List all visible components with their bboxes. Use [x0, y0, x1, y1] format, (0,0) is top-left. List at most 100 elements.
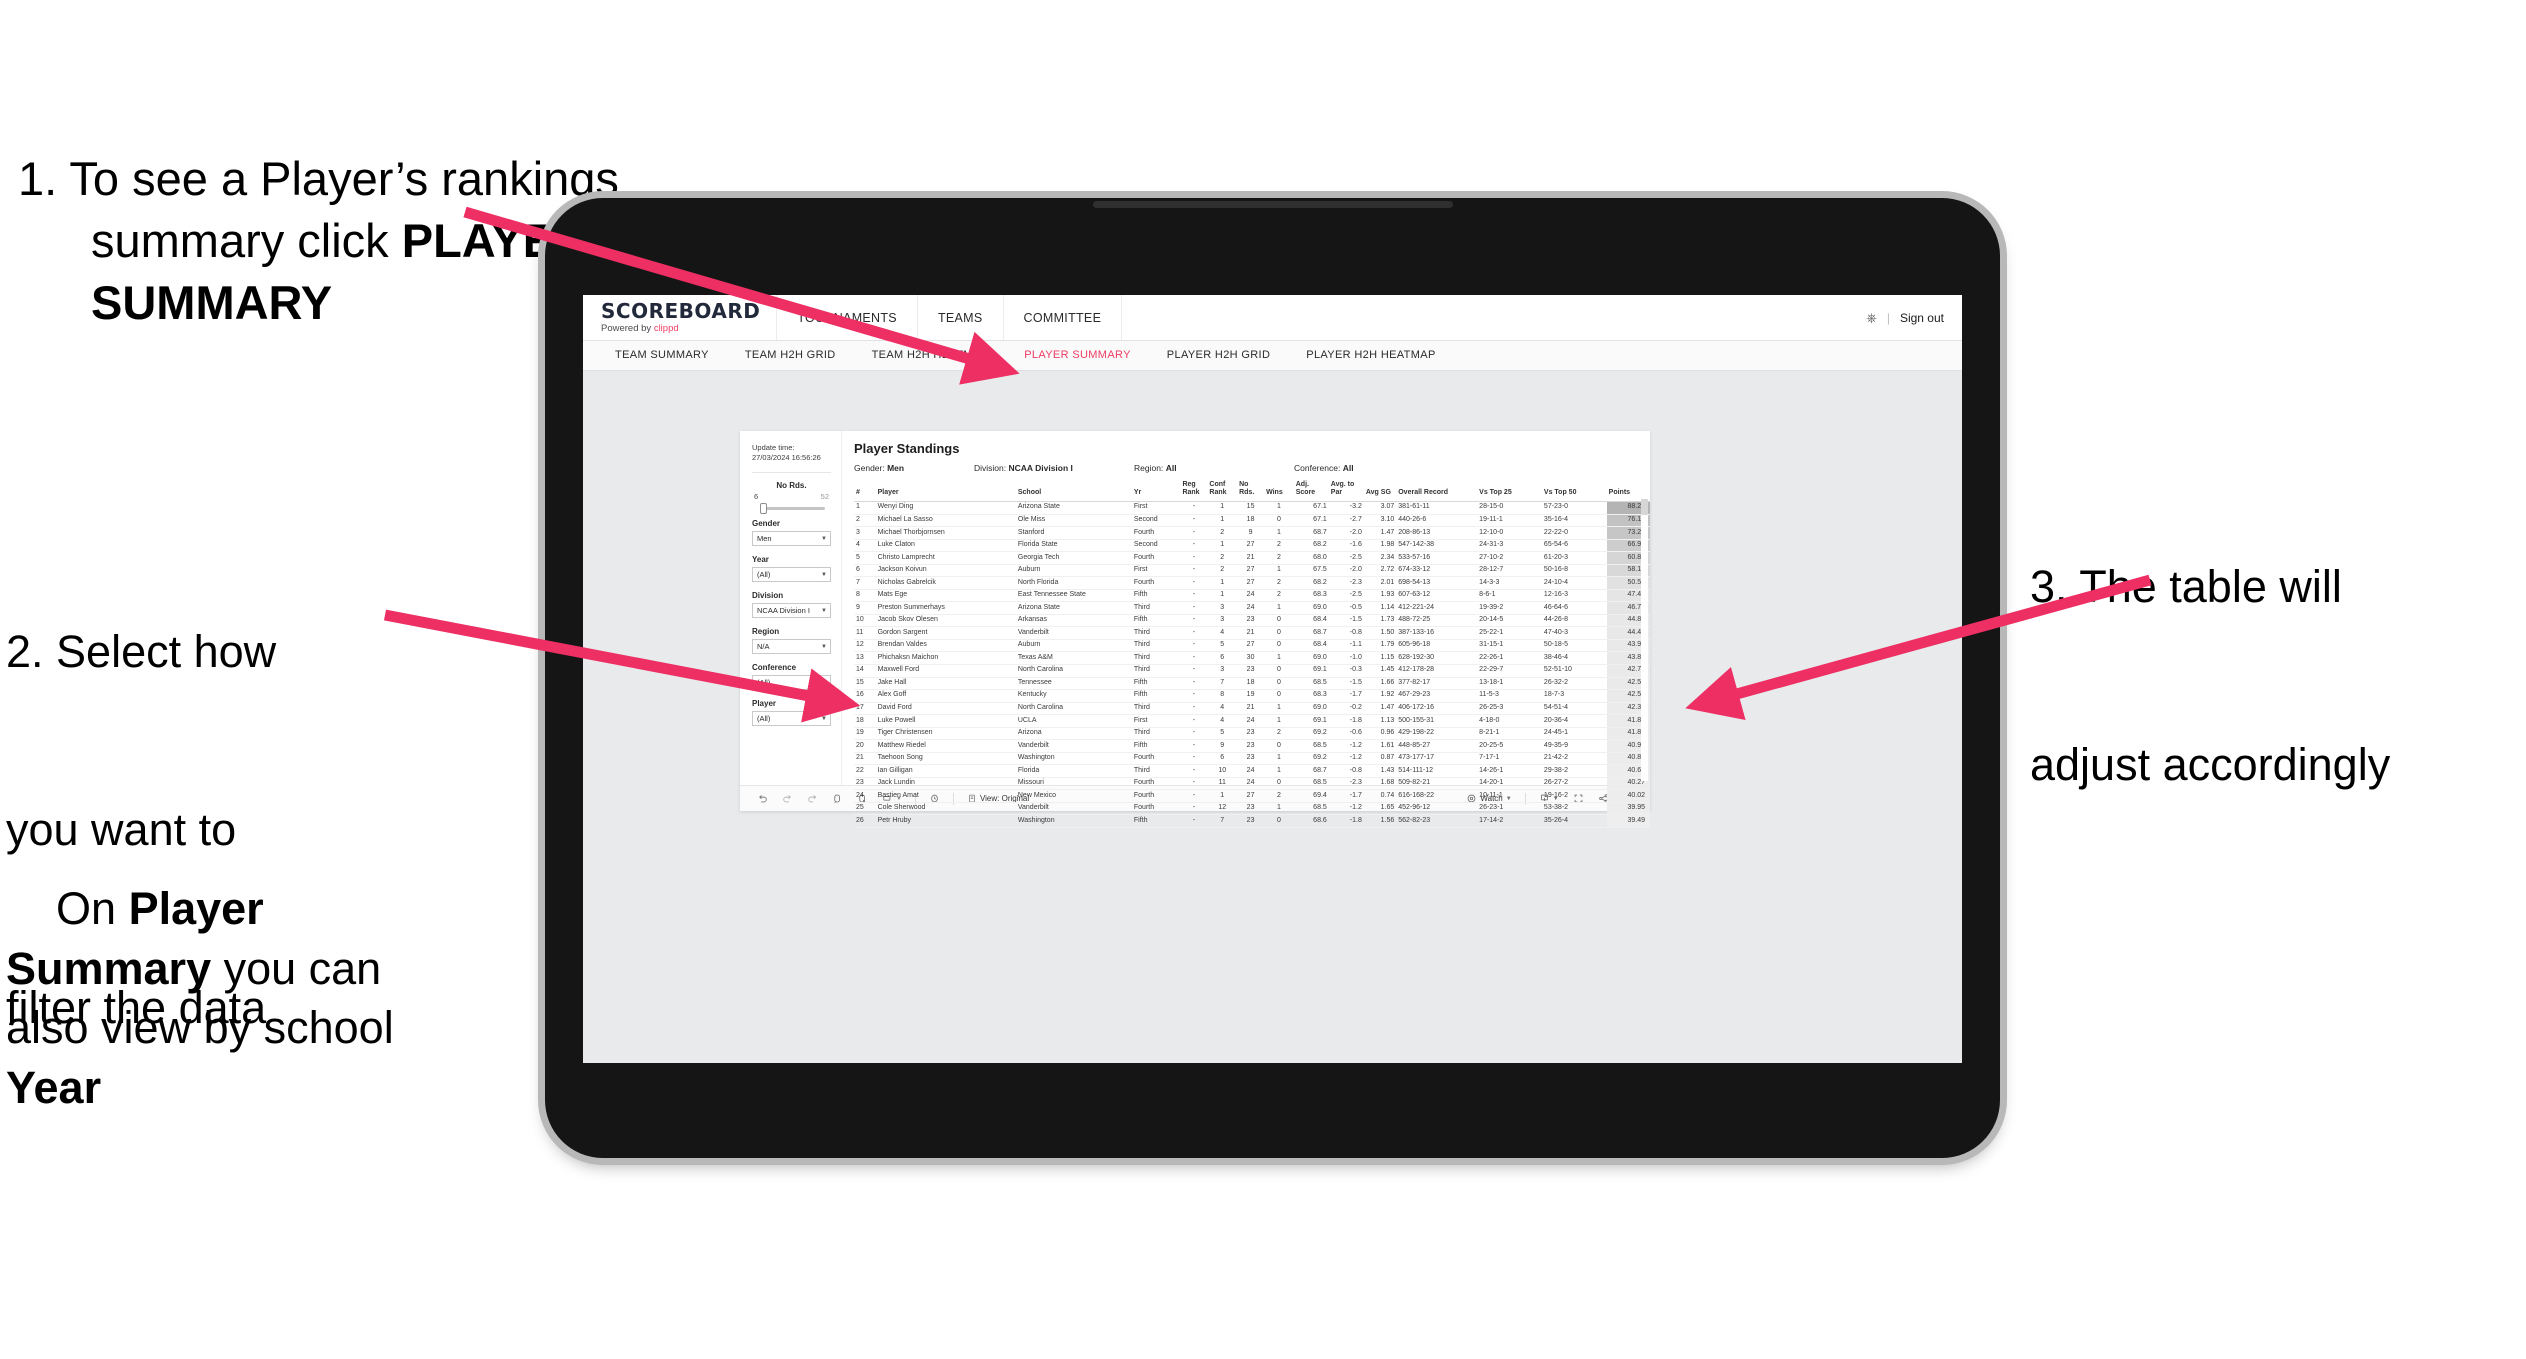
table-row[interactable]: 1 Wenyi Ding Arizona State First -1 15 1 67.1 -3…: [854, 501, 1650, 515]
step2b-pre: On: [56, 883, 129, 935]
cell-rr: -: [1180, 539, 1208, 553]
no-rounds-slider-track[interactable]: [760, 503, 825, 515]
table-row[interactable]: 23 Jack Lundin Missouri Fourth -11 24 0 68.5 -2.…: [854, 777, 1650, 791]
tab-player-h2h-heatmap[interactable]: PLAYER H2H HEATMAP: [1288, 341, 1453, 370]
cell-sg: 3.10: [1363, 514, 1397, 528]
cell-t25: 20-14-5: [1477, 614, 1542, 628]
cell-par: -0.6: [1328, 727, 1364, 741]
nav-item-tournaments[interactable]: TOURNAMENTS: [777, 295, 918, 340]
col-no-rds[interactable]: No Rds.: [1237, 479, 1265, 503]
filter-division-select[interactable]: NCAA Division I ▼: [752, 603, 831, 619]
cell-sg: 1.14: [1363, 601, 1397, 615]
col-wins[interactable]: Wins: [1264, 479, 1294, 503]
revert-icon[interactable]: [800, 793, 825, 804]
cell-cr: 4: [1207, 702, 1238, 716]
table-row[interactable]: 15 Jake Hall Tennessee Fifth -7 18 0 68.5 -1.5 1.…: [854, 677, 1650, 691]
col-avg-to-par[interactable]: Avg. to Par: [1328, 479, 1364, 503]
table-row[interactable]: 26 Petr Hruby Washington Fifth -7 23 0 68.6 -1.8…: [854, 814, 1650, 828]
col-player[interactable]: Player: [875, 479, 1016, 503]
sign-out-link[interactable]: Sign out: [1900, 311, 1944, 325]
col-vs-top-25[interactable]: Vs Top 25: [1477, 479, 1542, 503]
col-yr[interactable]: Yr: [1131, 479, 1181, 503]
cell-nr: 15: [1237, 501, 1265, 515]
cell-play: Cole Sherwood: [875, 802, 1016, 816]
standings-table-container: Player Standings Gender: Men Division: N…: [842, 431, 1650, 828]
cell-cr: 10: [1207, 764, 1238, 778]
col-conf-rank[interactable]: Conf Rank: [1207, 479, 1238, 503]
cell-t50: 18-7-3: [1541, 689, 1607, 703]
table-row[interactable]: 8 Mats Ege East Tennessee State Fifth -1 24 2 6…: [854, 589, 1650, 603]
nav-item-teams[interactable]: TEAMS: [918, 295, 1004, 340]
refresh-icon[interactable]: [825, 793, 850, 804]
table-scrollbar-track[interactable]: [1641, 499, 1648, 781]
cell-rr: -: [1180, 752, 1208, 766]
no-rounds-min: 6: [754, 492, 759, 502]
primary-nav: TOURNAMENTS TEAMS COMMITTEE: [777, 295, 1123, 340]
table-row[interactable]: 13 Phichaksn Maichon Texas A&M Third -6 30 1 69…: [854, 651, 1650, 665]
table-row[interactable]: 3 Michael Thorbjornsen Stanford Fourth -2 9 1 6…: [854, 526, 1650, 540]
filter-region-select[interactable]: N/A ▼: [752, 639, 831, 655]
tab-player-summary[interactable]: PLAYER SUMMARY: [1006, 341, 1149, 370]
chevron-down-icon: ▼: [821, 571, 827, 578]
col-rank[interactable]: #: [854, 479, 876, 503]
cell-yr: Third: [1131, 639, 1181, 653]
filter-year-select[interactable]: (All) ▼: [752, 567, 831, 583]
col-school[interactable]: School: [1015, 479, 1132, 503]
table-row[interactable]: 19 Tiger Christensen Arizona Third -5 23 2 69.2…: [854, 727, 1650, 741]
table-scrollbar-thumb[interactable]: [1641, 499, 1648, 515]
cell-rec: 473-177-17: [1396, 752, 1478, 766]
table-row[interactable]: 9 Preston Summerhays Arizona State Third -3 2…: [854, 601, 1650, 615]
table-row[interactable]: 24 Bastien Amat New Mexico Fourth -1 27 2 69.4-…: [854, 789, 1650, 803]
table-row[interactable]: 21 Taehoon Song Washington Fourth -6 23 1 69.2-…: [854, 752, 1650, 766]
brand-logo[interactable]: SCOREBOARD Powered by clippd: [583, 295, 778, 340]
brand-tagline: Powered by clippd: [601, 324, 760, 334]
no-rounds-slider-thumb[interactable]: [760, 503, 767, 515]
cell-rec: 377-82-17: [1396, 677, 1478, 691]
filter-player-select[interactable]: (All) ▼: [752, 711, 831, 727]
person-icon[interactable]: ⎈: [1866, 310, 1876, 326]
cell-par: -2.3: [1328, 777, 1364, 791]
table-row[interactable]: 22 Ian Gilligan Florida Third -10 24 1 68.7 -0.8…: [854, 764, 1650, 778]
cell-t50: 54-51-4: [1541, 702, 1607, 716]
table-row[interactable]: 12 Brendan Valdes Auburn Third -5 27 0 68.4 -1.1…: [854, 639, 1650, 653]
cell-rec: 467-29-23: [1396, 689, 1478, 703]
table-row[interactable]: 16 Alex Goff Kentucky Fifth -8 19 0 68.3 -1.7 1.9…: [854, 689, 1650, 703]
col-reg-rank[interactable]: Reg Rank: [1180, 479, 1208, 503]
cell-cr: 7: [1207, 677, 1238, 691]
cell-rr: -: [1180, 727, 1208, 741]
col-avg-sg[interactable]: Avg SG: [1363, 479, 1397, 503]
table-row[interactable]: 11 Gordon Sargent Vanderbilt Third -4 21 0 68.7…: [854, 626, 1650, 640]
col-vs-top-50[interactable]: Vs Top 50: [1541, 479, 1607, 503]
filter-no-rounds[interactable]: No Rds. 6 52: [752, 481, 831, 515]
table-row[interactable]: 2 Michael La Sasso Ole Miss Second -1 18 0 67.1…: [854, 514, 1650, 528]
cell-rec: 698-54-13: [1396, 576, 1478, 590]
annotation-step-2-note: On Player Summary you can also view by s…: [6, 820, 436, 1176]
table-row[interactable]: 6 Jackson Koivun Auburn First -2 27 1 67.5 -2.0 2…: [854, 564, 1650, 578]
filter-conference-select[interactable]: (All) ▼: [752, 675, 831, 691]
step3-line-2: adjust accordingly: [2030, 738, 2391, 790]
undo-icon[interactable]: [750, 793, 775, 804]
cell-nr: 27: [1237, 564, 1265, 578]
table-row[interactable]: 10 Jacob Skov Olesen Arkansas Fifth -3 23 0 68.…: [854, 614, 1650, 628]
cell-yr: Second: [1131, 514, 1181, 528]
nav-item-committee[interactable]: COMMITTEE: [1004, 295, 1123, 340]
table-row[interactable]: 20 Matthew Riedel Vanderbilt Fifth -9 23 0 68.5…: [854, 739, 1650, 753]
table-row[interactable]: 5 Christo Lamprecht Georgia Tech Fourth -2 21…: [854, 551, 1650, 565]
table-row[interactable]: 18 Luke Powell UCLA First -4 24 1 69.1 -1.8 1.13 5…: [854, 714, 1650, 728]
table-row[interactable]: 14 Maxwell Ford North Carolina Third -3 23 0 69…: [854, 664, 1650, 678]
cell-num: 4: [854, 539, 876, 553]
tab-player-h2h-grid[interactable]: PLAYER H2H GRID: [1149, 341, 1288, 370]
cell-t50: 57-23-0: [1541, 501, 1607, 515]
table-row[interactable]: 25 Cole Sherwood Vanderbilt Fourth -12 23 1 68.…: [854, 802, 1650, 816]
tab-team-h2h-heatmap[interactable]: TEAM H2H HEATMAP: [854, 341, 1007, 370]
tab-team-h2h-grid[interactable]: TEAM H2H GRID: [727, 341, 854, 370]
filter-gender-select[interactable]: Men ▼: [752, 531, 831, 547]
col-adj-score[interactable]: Adj. Score: [1293, 479, 1329, 503]
table-row[interactable]: 4 Luke Claton Florida State Second -1 27 2 68.2…: [854, 539, 1650, 553]
col-overall-rec[interactable]: Overall Record: [1396, 479, 1478, 503]
table-row[interactable]: 7 Nicholas Gabrelcik North Florida Fourth -1…: [854, 576, 1650, 590]
cell-par: -1.5: [1328, 677, 1364, 691]
redo-icon[interactable]: [775, 793, 800, 804]
table-row[interactable]: 17 David Ford North Carolina Third -4 21 1 69.0…: [854, 702, 1650, 716]
tab-team-summary[interactable]: TEAM SUMMARY: [597, 341, 727, 370]
